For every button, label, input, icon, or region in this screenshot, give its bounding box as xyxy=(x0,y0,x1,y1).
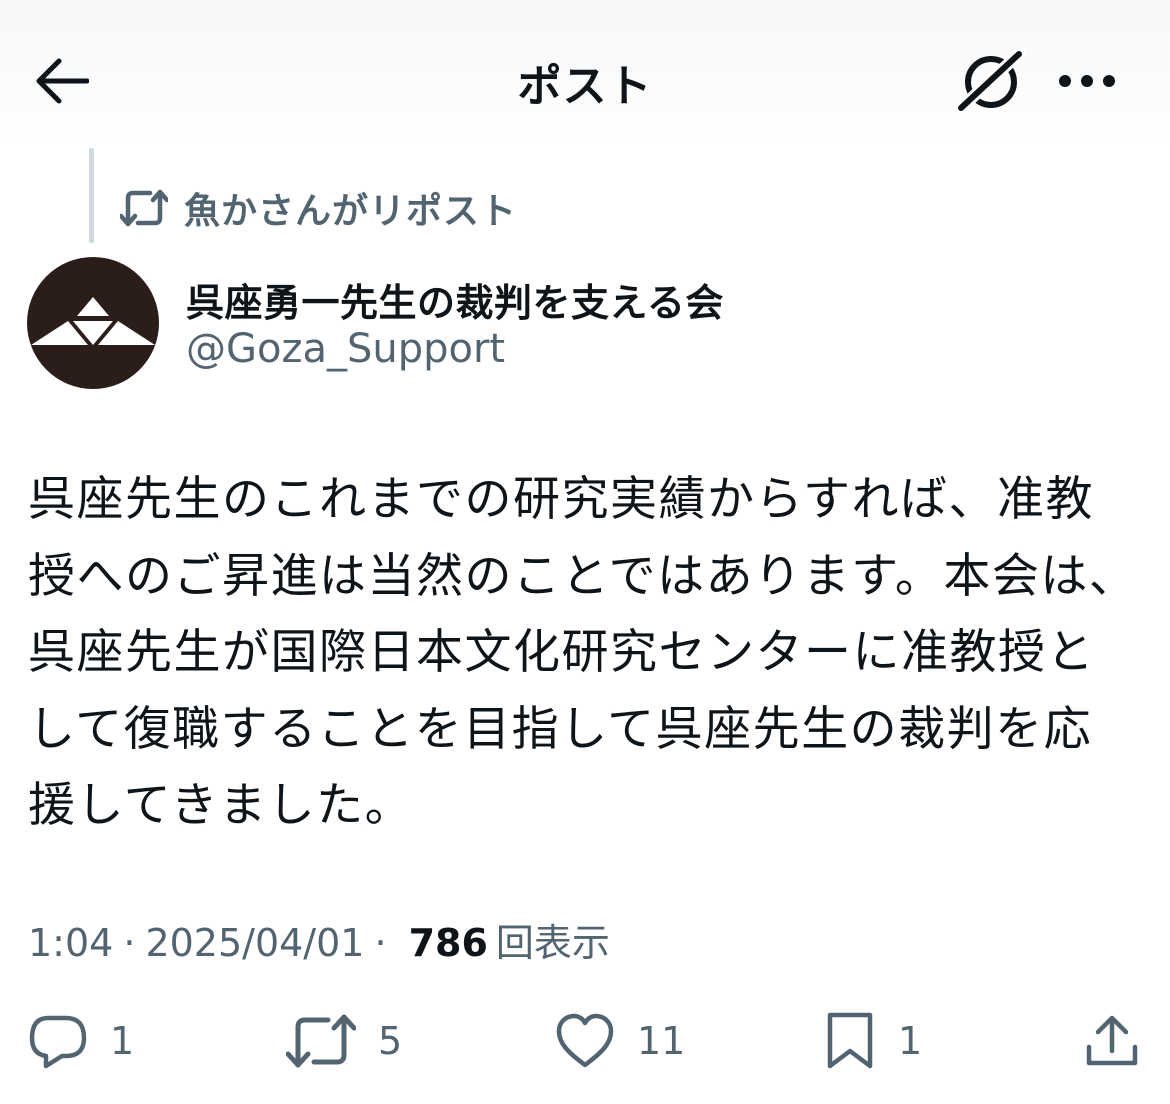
avatar-logo-icon xyxy=(27,257,159,389)
like-count: 11 xyxy=(637,1019,686,1063)
top-bar: ポスト xyxy=(0,0,1170,150)
reply-button[interactable]: 1 xyxy=(28,1008,134,1074)
repost-count: 5 xyxy=(378,1019,403,1063)
like-button[interactable]: 11 xyxy=(555,1008,685,1074)
views-label: 回表示 xyxy=(495,921,610,965)
meta-separator: · xyxy=(123,921,136,965)
more-dots-icon xyxy=(1059,75,1115,87)
bookmark-icon xyxy=(827,1012,873,1069)
post-meta: 1:04 · 2025/04/01 · 786 回表示 xyxy=(28,912,610,967)
repost-button[interactable]: 5 xyxy=(286,1008,402,1074)
post-text: 呉座先生のこれまでの研究実績からすれば、准教授へのご昇進は当然のことではあります… xyxy=(28,472,1138,833)
repost-label: 魚かさんがリポスト xyxy=(184,191,518,232)
post-time[interactable]: 1:04 xyxy=(28,921,113,965)
grok-button[interactable] xyxy=(955,48,1027,114)
thread-line xyxy=(89,148,94,243)
bookmark-count: 1 xyxy=(898,1019,923,1063)
bookmark-button[interactable]: 1 xyxy=(824,1008,922,1074)
share-icon xyxy=(1086,1015,1138,1066)
author-display-name[interactable]: 呉座勇一先生の裁判を支える会 xyxy=(186,272,724,327)
repost-context[interactable]: 魚かさんがリポスト xyxy=(120,182,517,234)
share-button[interactable] xyxy=(1084,1008,1162,1074)
heart-icon xyxy=(556,1013,614,1068)
reply-icon xyxy=(29,1015,87,1069)
avatar[interactable] xyxy=(27,257,159,389)
post-date[interactable]: 2025/04/01 xyxy=(145,921,364,965)
views-count: 786 xyxy=(408,921,488,965)
grok-icon xyxy=(955,48,1027,114)
meta-separator: · xyxy=(374,921,387,965)
more-button[interactable] xyxy=(1052,56,1122,106)
author-handle[interactable]: @Goza_Support xyxy=(186,326,505,372)
repost-icon xyxy=(286,1014,356,1068)
repost-icon xyxy=(120,189,168,227)
reply-count: 1 xyxy=(110,1019,135,1063)
